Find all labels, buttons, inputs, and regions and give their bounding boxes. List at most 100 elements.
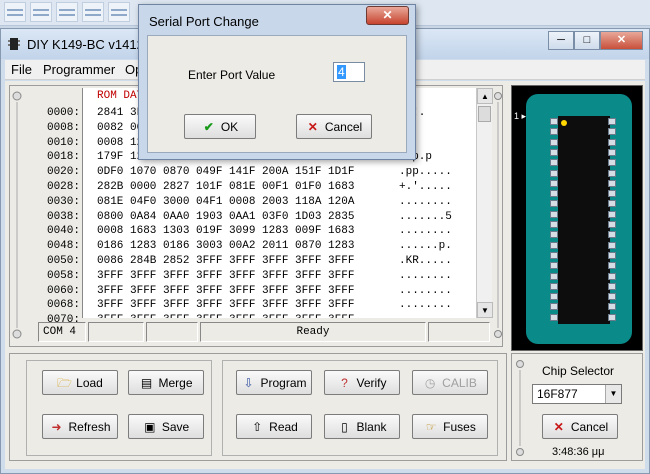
dialog-cancel-button[interactable]: ✕ Cancel (296, 114, 372, 139)
merge-icon: ▤ (140, 375, 153, 390)
menu-file[interactable]: File (11, 62, 32, 77)
x-cancel-icon: ✕ (553, 419, 564, 434)
refresh-button[interactable]: ➜ Refresh (42, 414, 118, 439)
chip-pin (608, 200, 616, 208)
address-label: 0060: (46, 284, 80, 297)
chip-socket-board (526, 94, 632, 344)
address-label: 0018: (46, 151, 80, 164)
address-label: 0000: (46, 107, 80, 119)
chip-pin (608, 282, 616, 290)
chip-pin (550, 179, 558, 187)
ascii-text: .KR..... (399, 255, 452, 267)
close-button[interactable]: ✕ (600, 31, 643, 50)
chip-select-value: 16F877 (537, 387, 578, 401)
ascii-text: ........ (399, 225, 452, 238)
chip-pin (550, 210, 558, 218)
chip-pin (550, 303, 558, 311)
action-panel: 🗁 Load ▤ Merge ➜ Refresh ▣ Save ⇩ Program ? Ve… (9, 353, 507, 461)
chip-pin (550, 313, 558, 321)
minimize-button[interactable]: ─ (548, 31, 574, 50)
hex-row: 0086 284B 2852 3FFF 3FFF 3FFF 3FFF 3FFF (97, 255, 355, 267)
merge-button[interactable]: ▤ Merge (128, 370, 204, 395)
ascii-text: .pp..... (399, 166, 452, 179)
chip-pin (608, 241, 616, 249)
address-label: 0010: (46, 136, 80, 149)
scroll-thumb[interactable] (478, 106, 491, 122)
hex-row: 3FFF 3FFF 3FFF 3FFF 3FFF 3FFF 3FFF 3FFF (97, 313, 354, 318)
scroll-down-arrow-icon[interactable]: ▼ (477, 302, 493, 318)
splitter-handle[interactable] (516, 360, 524, 456)
chip-pin (550, 282, 558, 290)
hex-row: 3FFF 3FFF 3FFF 3FFF 3FFF 3FFF 3FFF 3FFF (97, 299, 355, 312)
ic-chip-body (558, 116, 610, 324)
chip-select-dropdown[interactable]: 16F877 ▼ (532, 384, 622, 404)
dialog-close-button[interactable]: ✕ (366, 6, 409, 25)
calib-button[interactable]: ◷ CALIB (412, 370, 488, 395)
port-value-input[interactable]: 4 (333, 62, 365, 82)
chevron-down-icon[interactable]: ▼ (605, 385, 621, 403)
address-label: 0058: (46, 269, 80, 282)
program-chip-icon: ⇩ (243, 375, 254, 390)
blank-page-icon: ▯ (341, 419, 348, 434)
address-label: 0038: (46, 210, 80, 223)
chip-selector-panel: Chip Selector 16F877 ▼ ✕ Cancel 3:48:36 μ… (511, 353, 643, 461)
chip-pin (550, 128, 558, 136)
chip-pin (550, 138, 558, 146)
save-button[interactable]: ▣ Save (128, 414, 204, 439)
blank-button[interactable]: ▯ Blank (324, 414, 400, 439)
menu-programmer[interactable]: Programmer (43, 62, 115, 77)
ascii-text: ........ (399, 284, 452, 297)
load-button[interactable]: 🗁 Load (42, 370, 118, 395)
verify-button[interactable]: ? Verify (324, 370, 400, 395)
status-bar: COM 4 Ready (38, 322, 492, 342)
hex-row: 0800 0A84 0AA0 1903 0AA1 03F0 1D03 2835 (97, 210, 355, 223)
maximize-button[interactable]: □ (574, 31, 600, 50)
clock-icon: ◷ (424, 375, 436, 390)
chip-pin (550, 190, 558, 198)
refresh-icon: ➜ (51, 419, 62, 434)
cancel-button[interactable]: ✕ Cancel (542, 414, 618, 439)
pin1-label: 1 ▸ (514, 111, 527, 121)
check-icon: ✔ (203, 119, 214, 134)
chip-pin (550, 118, 558, 125)
hex-row: 0008 1683 1303 019F 3099 1283 009F 1683 (97, 225, 355, 238)
floppy-disk-icon: ▣ (144, 419, 156, 434)
chip-pin (550, 262, 558, 270)
scroll-up-arrow-icon[interactable]: ▲ (477, 88, 493, 104)
verify-icon: ? (341, 375, 348, 390)
chip-pin (550, 293, 558, 301)
hex-row: 081E 04F0 3000 04F1 0008 2003 118A 120A (97, 195, 355, 208)
address-column: 0000: 0008: 0010: 0018: 0020: 0028: 0030… (38, 88, 80, 326)
fuses-button[interactable]: ☞ Fuses (412, 414, 488, 439)
hex-row: 0186 1283 0186 3003 00A2 2011 0870 1283 (97, 240, 355, 253)
serial-port-dialog: Serial Port Change ✕ Enter Port Value 4 … (138, 4, 416, 160)
status-port: COM 4 (38, 322, 86, 342)
chip-pin (608, 210, 616, 218)
chip-pin (550, 169, 558, 177)
hex-row: 282B 0000 2827 101F 081E 00F1 01F0 1683 (97, 181, 355, 193)
chip-selector-label: Chip Selector (542, 364, 615, 378)
chip-pin (608, 148, 616, 156)
ok-button[interactable]: ✔ OK (184, 114, 256, 139)
read-chip-icon: ⇧ (252, 419, 263, 434)
chip-pin (608, 190, 616, 198)
hex-scrollbar[interactable]: ▲ ▼ (476, 88, 493, 318)
chip-pin (608, 313, 616, 321)
address-label: 0020: (46, 166, 80, 179)
read-button[interactable]: ⇧ Read (236, 414, 312, 439)
chip-pin (608, 303, 616, 311)
port-value-label: Enter Port Value (188, 68, 276, 82)
folder-open-icon: 🗁 (57, 375, 73, 390)
ascii-text: .......5 (399, 210, 452, 223)
status-cell (146, 322, 198, 342)
program-button[interactable]: ⇩ Program (236, 370, 312, 395)
chip-pin (608, 221, 616, 228)
ascii-text: ........ (399, 299, 452, 312)
splitter-handle[interactable] (12, 90, 22, 340)
splitter-handle[interactable] (494, 90, 502, 340)
chip-app-icon (8, 38, 20, 50)
chip-pin (550, 272, 558, 280)
chip-pin (550, 159, 558, 167)
ascii-text: ........ (399, 269, 452, 282)
dialog-body: Enter Port Value 4 ✔ OK ✕ Cancel (147, 35, 407, 153)
